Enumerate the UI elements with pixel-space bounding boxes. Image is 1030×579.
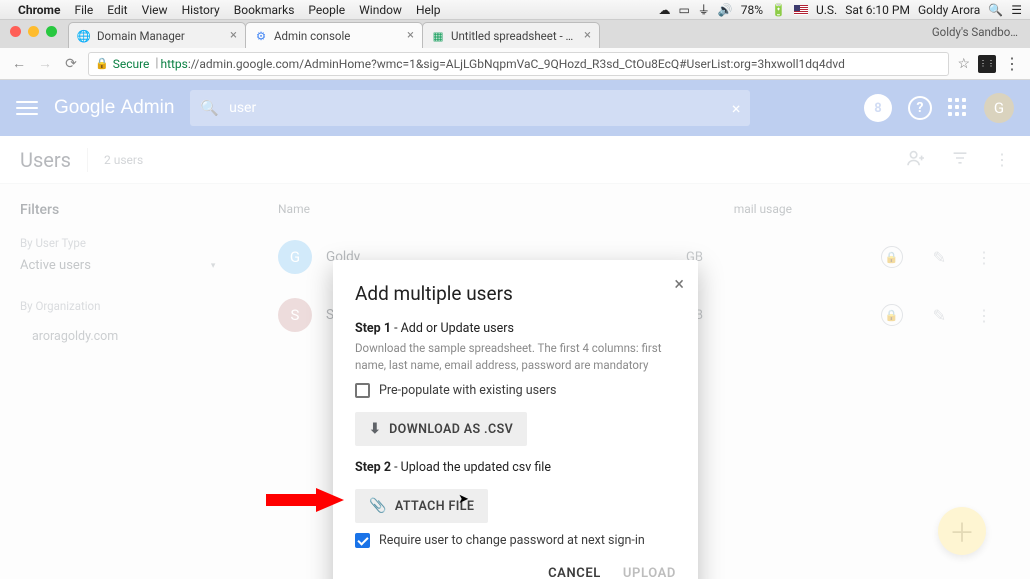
require-password-change-checkbox[interactable] xyxy=(355,533,370,548)
back-button[interactable]: ← xyxy=(10,55,28,72)
input-source-label[interactable]: U.S. xyxy=(816,3,837,17)
tab-domain-manager[interactable]: 🌐 Domain Manager × xyxy=(68,22,246,48)
tab-close-icon[interactable]: × xyxy=(407,28,414,43)
tab-admin-console[interactable]: ⚙ Admin console × xyxy=(245,22,423,48)
url-text: https://admin.google.com/AdminHome?wmc=1… xyxy=(160,57,844,71)
display-icon[interactable]: ▭ xyxy=(678,3,689,17)
step1-description: Download the sample spreadsheet. The fir… xyxy=(355,340,676,373)
browser-tab-strip: 🌐 Domain Manager × ⚙ Admin console × ▦ U… xyxy=(0,20,1030,48)
browser-toolbar: ← → ⟳ 🔒 Secure | https://admin.google.co… xyxy=(0,48,1030,80)
window-minimize-button[interactable] xyxy=(28,26,39,37)
gear-icon: ⚙ xyxy=(254,29,268,43)
sheets-icon: ▦ xyxy=(431,29,445,43)
dialog-actions: CANCEL UPLOAD xyxy=(355,566,676,579)
battery-pct: 78% xyxy=(741,3,763,17)
mac-menu-people[interactable]: People xyxy=(308,3,345,17)
attach-icon: 📎 xyxy=(369,498,387,514)
step1-heading: Step 1 - Add or Update users xyxy=(355,321,676,336)
mac-menu-edit[interactable]: Edit xyxy=(107,3,127,17)
battery-icon[interactable]: 🔋 xyxy=(771,3,786,17)
step2-heading: Step 2 - Upload the updated csv file xyxy=(355,460,676,475)
mac-menu-bar: Chrome File Edit View History Bookmarks … xyxy=(0,0,1030,20)
cloud-icon[interactable]: ☁︎ xyxy=(658,3,670,17)
dialog-title: Add multiple users xyxy=(355,282,676,305)
secure-label: Secure xyxy=(113,57,150,71)
wifi-icon[interactable]: ⏚ xyxy=(698,1,710,18)
tab-title: Domain Manager xyxy=(97,29,224,43)
window-controls xyxy=(10,26,57,37)
prepopulate-label: Pre-populate with existing users xyxy=(379,383,556,398)
mac-menu-bookmarks[interactable]: Bookmarks xyxy=(234,3,295,17)
download-icon: ⬇ xyxy=(369,421,381,437)
bookmark-star-icon[interactable]: ☆ xyxy=(957,56,970,72)
add-multiple-users-dialog: × Add multiple users Step 1 - Add or Upd… xyxy=(333,260,698,579)
mac-menu-history[interactable]: History xyxy=(182,3,220,17)
window-zoom-button[interactable] xyxy=(46,26,57,37)
admin-console: Google Admin 🔍 user × 8 ? G Users 2 user… xyxy=(0,80,1030,579)
chrome-profile-button[interactable]: Goldy's Sandbo… xyxy=(932,25,1018,39)
require-password-change-row[interactable]: Require user to change password at next … xyxy=(355,533,676,548)
input-source-flag-icon[interactable] xyxy=(794,5,808,15)
lock-icon: 🔒 xyxy=(95,57,109,70)
window-close-button[interactable] xyxy=(10,26,21,37)
forward-button[interactable]: → xyxy=(36,55,54,72)
reload-button[interactable]: ⟳ xyxy=(62,56,80,72)
extension-icon[interactable]: ⋮⋮ xyxy=(978,55,996,73)
cancel-button[interactable]: CANCEL xyxy=(548,566,601,579)
mouse-cursor-icon: ➤ xyxy=(458,492,469,507)
menu-user[interactable]: Goldy Arora xyxy=(918,3,980,17)
mac-menu-view[interactable]: View xyxy=(142,3,168,17)
address-bar[interactable]: 🔒 Secure | https://admin.google.com/Admi… xyxy=(88,52,949,76)
mac-menu-window[interactable]: Window xyxy=(359,3,402,17)
globe-icon: 🌐 xyxy=(77,29,91,43)
mac-app-name[interactable]: Chrome xyxy=(18,3,60,17)
spotlight-icon[interactable]: 🔍 xyxy=(988,3,1003,17)
prepopulate-checkbox[interactable] xyxy=(355,383,370,398)
volume-icon[interactable]: 🔊 xyxy=(718,3,733,17)
tab-title: Admin console xyxy=(274,29,401,43)
menu-time[interactable]: Sat 6:10 PM xyxy=(845,3,910,17)
mac-menu-file[interactable]: File xyxy=(74,3,93,17)
separator: | xyxy=(155,56,158,71)
close-icon[interactable]: × xyxy=(674,274,684,295)
mac-menu-help[interactable]: Help xyxy=(416,3,441,17)
tab-title: Untitled spreadsheet - Google xyxy=(451,29,578,43)
notification-center-icon[interactable]: ☰ xyxy=(1011,3,1022,17)
tab-close-icon[interactable]: × xyxy=(230,28,237,43)
chrome-menu-icon[interactable]: ⋮ xyxy=(1004,54,1020,73)
download-csv-button[interactable]: ⬇ DOWNLOAD AS .CSV xyxy=(355,412,527,446)
require-password-change-label: Require user to change password at next … xyxy=(379,533,645,548)
annotation-arrow-icon xyxy=(266,485,346,515)
prepopulate-checkbox-row[interactable]: Pre-populate with existing users xyxy=(355,383,676,398)
tab-untitled-spreadsheet[interactable]: ▦ Untitled spreadsheet - Google × xyxy=(422,22,600,48)
tab-close-icon[interactable]: × xyxy=(584,28,591,43)
upload-button[interactable]: UPLOAD xyxy=(623,566,676,579)
